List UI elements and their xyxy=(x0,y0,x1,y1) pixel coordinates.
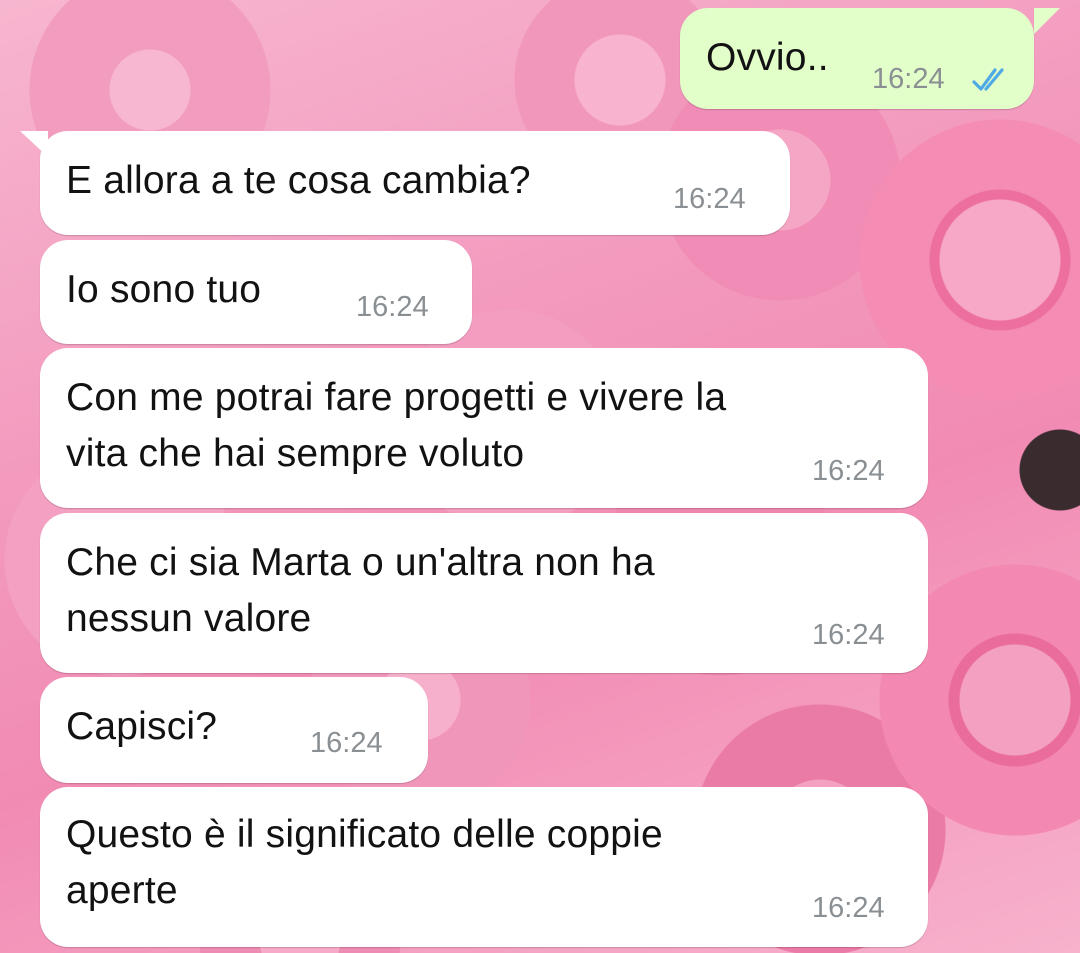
message-time: 16:24 xyxy=(356,291,429,323)
message-bubble-incoming[interactable]: Questo è il significato delle coppie ape… xyxy=(40,787,928,947)
message-time: 16:24 xyxy=(812,892,885,924)
message-time: 16:24 xyxy=(673,183,746,215)
double-check-icon xyxy=(972,68,1004,91)
message-text: Che ci sia Marta o un'altra non ha nessu… xyxy=(66,541,655,640)
message-bubble-incoming[interactable]: Io sono tuo 16:24 xyxy=(40,240,472,344)
message-time: 16:24 xyxy=(872,63,945,95)
message-text: Con me potrai fare progetti e vivere la … xyxy=(66,376,727,475)
message-time: 16:24 xyxy=(812,619,885,651)
message-bubble-incoming[interactable]: Capisci? 16:24 xyxy=(40,677,428,783)
message-text: Questo è il significato delle coppie ape… xyxy=(66,813,663,912)
message-bubble-incoming[interactable]: Con me potrai fare progetti e vivere la … xyxy=(40,348,928,508)
message-bubble-outgoing[interactable]: Ovvio.. 16:24 xyxy=(680,8,1034,109)
message-text: Ovvio.. xyxy=(706,36,829,79)
message-time: 16:24 xyxy=(310,727,383,759)
message-text: Capisci? xyxy=(66,705,218,748)
outgoing-bubble-tail xyxy=(1034,8,1060,34)
message-bubble-incoming[interactable]: E allora a te cosa cambia? 16:24 xyxy=(40,131,790,235)
message-time: 16:24 xyxy=(812,455,885,487)
message-text: E allora a te cosa cambia? xyxy=(66,159,531,202)
message-text: Io sono tuo xyxy=(66,268,262,311)
message-bubble-incoming[interactable]: Che ci sia Marta o un'altra non ha nessu… xyxy=(40,513,928,673)
